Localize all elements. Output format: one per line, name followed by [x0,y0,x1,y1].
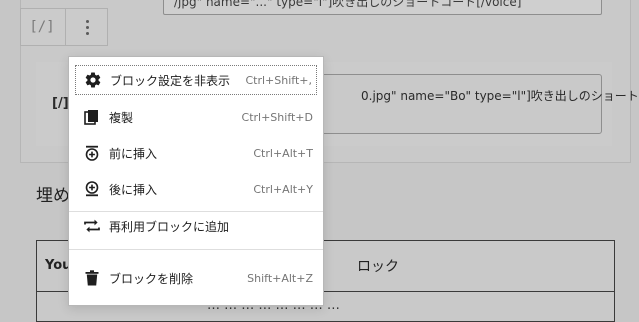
menu-item-hide-block-settings[interactable]: ブロック設定を非表示 Ctrl+Shift+, [75,65,317,95]
shortcode-text: 0.jpg" name="Bo" type="l"]吹き出しのショート [361,89,639,103]
menu-separator [69,249,323,250]
menu-item-label: 再利用ブロックに追加 [109,219,230,234]
more-vertical-icon [85,19,89,35]
menu-item-shortcut: Ctrl+Alt+T [253,146,313,160]
duplicate-icon [81,106,103,128]
shortcode-label: [/] [52,96,69,111]
gear-icon [82,69,104,91]
table-header-cell-right: ロック [357,259,399,275]
menu-item-label: ブロック設定を非表示 [110,73,231,88]
menu-item-shortcut: Ctrl+Shift+D [241,110,313,124]
menu-item-shortcut: Shift+Alt+Z [247,271,313,285]
menu-item-label: ブロックを削除 [109,271,194,286]
menu-item-insert-after[interactable]: 後に挿入 Ctrl+Alt+Y [75,174,317,204]
menu-item-shortcut: Ctrl+Alt+Y [253,182,313,196]
menu-item-duplicate[interactable]: 複製 Ctrl+Shift+D [75,102,317,132]
previous-shortcode-input[interactable]: /jpg" name="..." type="l"]吹き出しのショートコード[/… [163,0,602,15]
shortcode-icon: [/] [29,19,55,35]
block-options-menu: ブロック設定を非表示 Ctrl+Shift+, 複製 Ctrl+Shift+D … [68,56,324,306]
shortcode-textarea[interactable]: 0.jpg" name="Bo" type="l"]吹き出しのショート [302,74,639,134]
heading-block[interactable]: 埋め [36,181,70,206]
reusable-block-icon [81,215,103,237]
insert-after-icon [81,178,103,200]
previous-shortcode-text: /jpg" name="..." type="l"]吹き出しのショートコード[/… [174,0,522,9]
block-toolbar: [/] [20,8,108,46]
menu-item-shortcut: Ctrl+Shift+, [245,73,312,87]
shortcode-block-type-button[interactable]: [/] [21,9,63,45]
menu-item-label: 後に挿入 [109,182,158,197]
more-options-button[interactable] [65,9,108,45]
menu-item-label: 複製 [109,110,134,125]
insert-before-icon [81,142,103,164]
menu-item-remove-block[interactable]: ブロックを削除 Shift+Alt+Z [75,263,317,293]
trash-icon [81,267,103,289]
menu-item-insert-before[interactable]: 前に挿入 Ctrl+Alt+T [75,138,317,168]
menu-item-label: 前に挿入 [109,146,158,161]
menu-item-add-to-reusable[interactable]: 再利用ブロックに追加 [75,211,317,241]
